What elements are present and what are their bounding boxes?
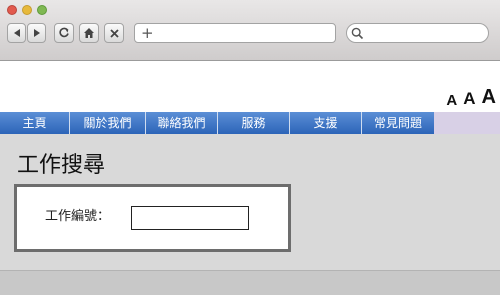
job-id-input[interactable]	[131, 206, 249, 230]
font-size-medium-button[interactable]: A	[463, 89, 475, 109]
reload-icon	[59, 27, 69, 38]
home-icon	[84, 28, 94, 38]
font-size-large-button[interactable]: A	[482, 86, 496, 109]
stop-button[interactable]	[104, 23, 124, 43]
address-bar[interactable]: +	[134, 23, 336, 43]
page-footer	[0, 270, 500, 295]
page-title: 工作搜尋	[17, 153, 106, 178]
nav-item-services[interactable]: 服務	[218, 112, 290, 134]
forward-button[interactable]	[27, 23, 46, 43]
minimize-window-icon[interactable]	[22, 5, 32, 15]
nav-item-faq[interactable]: 常見問題	[362, 112, 434, 134]
font-size-controls: A A A	[446, 86, 496, 109]
nav-item-home[interactable]: 主頁	[0, 112, 70, 134]
browser-search-field[interactable]	[346, 23, 489, 43]
new-tab-icon[interactable]: +	[141, 24, 154, 42]
forward-arrow-icon	[33, 29, 40, 37]
search-icon	[351, 27, 364, 40]
job-id-label: 工作編號：	[45, 209, 111, 224]
back-button[interactable]	[7, 23, 26, 43]
reload-button[interactable]	[54, 23, 74, 43]
job-search-form: 工作編號：	[14, 184, 291, 252]
back-arrow-icon	[13, 29, 20, 37]
maximize-window-icon[interactable]	[37, 5, 47, 15]
close-window-icon[interactable]	[7, 5, 17, 15]
browser-toolbar: +	[0, 0, 500, 61]
main-content: 工作搜尋 工作編號：	[0, 134, 500, 270]
font-size-small-button[interactable]: A	[446, 92, 457, 109]
nav-item-contact[interactable]: 聯絡我們	[146, 112, 218, 134]
close-icon	[109, 28, 119, 38]
home-button[interactable]	[79, 23, 99, 43]
nav-item-support[interactable]: 支援	[290, 112, 362, 134]
main-navigation: 主頁 關於我們 聯絡我們 服務 支援 常見問題	[0, 112, 500, 134]
nav-item-about[interactable]: 關於我們	[70, 112, 146, 134]
